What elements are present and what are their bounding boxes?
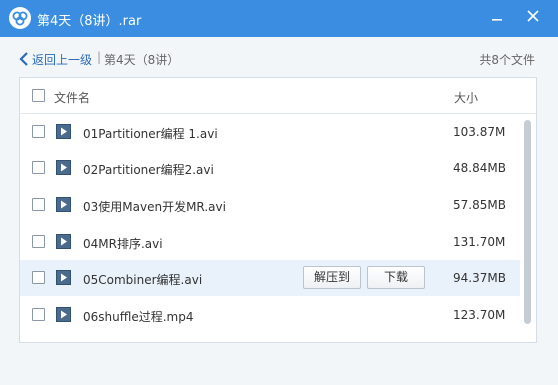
vertical-scrollbar[interactable] (521, 114, 536, 342)
table-row[interactable] (20, 333, 520, 342)
row-checkbox[interactable] (32, 161, 45, 174)
file-name: 01Partitioner编程 1.avi (83, 127, 218, 141)
file-size: 48.84MB (453, 161, 506, 175)
file-name: 04MR排序.avi (83, 237, 163, 251)
video-file-icon (56, 270, 71, 285)
file-name: 03使用Maven开发MR.avi (83, 200, 226, 214)
select-all-checkbox[interactable] (32, 89, 45, 102)
download-button[interactable]: 下载 (367, 266, 425, 289)
minimize-button[interactable] (486, 5, 508, 27)
row-checkbox[interactable] (32, 271, 45, 284)
footer (0, 343, 558, 385)
minimize-icon (492, 19, 502, 21)
window-title: 第4天（8讲）.rar (37, 14, 142, 29)
title-bar: 第4天（8讲）.rar (0, 0, 558, 37)
close-icon (527, 10, 539, 22)
row-checkbox[interactable] (32, 125, 45, 138)
table-row[interactable]: 02Partitioner编程2.avi 48.84MB (20, 150, 520, 186)
table-row[interactable]: 03使用Maven开发MR.avi 57.85MB (20, 187, 520, 223)
video-file-icon (56, 307, 71, 322)
row-checkbox[interactable] (32, 235, 45, 248)
video-file-icon (56, 234, 71, 249)
table-row[interactable]: 04MR排序.avi 131.70M (20, 224, 520, 260)
file-size: 103.87M (453, 125, 506, 139)
file-name: 05Combiner编程.avi (83, 273, 203, 287)
file-size: 57.85MB (453, 198, 506, 212)
video-file-icon (56, 124, 71, 139)
breadcrumb-current: 第4天（8讲） (104, 53, 180, 67)
file-size: 131.70M (453, 235, 506, 249)
file-list: 01Partitioner编程 1.avi 103.87M 02Partitio… (20, 114, 536, 342)
file-size: 123.70M (453, 308, 506, 322)
chevron-left-icon[interactable] (18, 52, 30, 66)
table-row[interactable]: 06shuffle过程.mp4 123.70M (20, 297, 520, 333)
table-header: 文件名 大小 (20, 78, 536, 114)
file-count: 共8个文件 (479, 53, 535, 67)
breadcrumb-separator: | (97, 50, 102, 64)
extract-to-button[interactable]: 解压到 (303, 266, 361, 289)
file-name: 06shuffle过程.mp4 (83, 310, 194, 324)
column-header-name[interactable]: 文件名 (54, 89, 90, 106)
file-name: 02Partitioner编程2.avi (83, 163, 214, 177)
scrollbar-thumb[interactable] (524, 120, 531, 324)
row-checkbox[interactable] (32, 198, 45, 211)
file-size: 94.37MB (453, 271, 506, 285)
video-file-icon (56, 197, 71, 212)
table-row[interactable]: 01Partitioner编程 1.avi 103.87M (20, 114, 520, 150)
column-header-size[interactable]: 大小 (454, 89, 478, 106)
video-file-icon (56, 160, 71, 175)
table-row[interactable]: 05Combiner编程.avi 解压到 下载 94.37MB (20, 260, 520, 296)
close-button[interactable] (522, 5, 544, 27)
file-list-panel: 文件名 大小 01Partitioner编程 1.avi 103.87M 02P… (19, 77, 537, 343)
baidu-cloud-icon (9, 7, 31, 29)
row-checkbox[interactable] (32, 308, 45, 321)
back-button[interactable]: 返回上一级 (32, 51, 92, 68)
